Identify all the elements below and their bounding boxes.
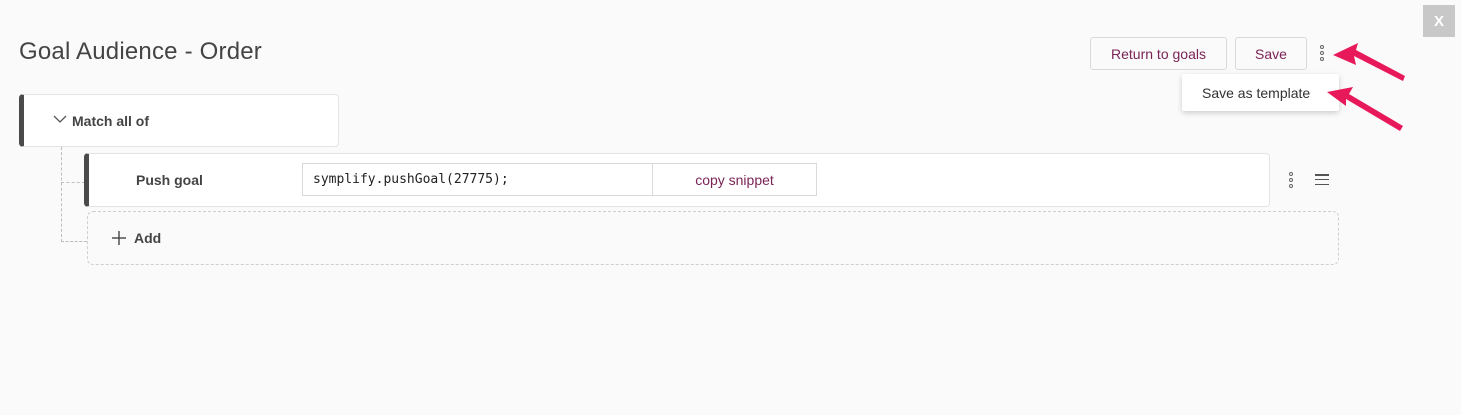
tree-connector [61,182,85,183]
page: X Goal Audience - Order Return to goals … [0,0,1461,415]
more-vertical-icon[interactable] [1285,172,1297,188]
match-label[interactable]: Match all of [72,113,149,129]
add-rule-button[interactable]: Add [87,211,1339,265]
page-title: Goal Audience - Order [19,38,262,65]
close-button[interactable]: X [1423,5,1455,37]
drag-handle-icon[interactable] [1315,174,1329,185]
plus-icon [112,231,126,245]
save-button[interactable]: Save [1235,37,1307,70]
add-label: Add [134,230,162,246]
more-vertical-icon[interactable] [1316,45,1328,61]
tree-connector [61,147,62,242]
menu-item-save-as-template[interactable]: Save as template [1202,85,1310,101]
annotation-arrow-icon [1333,43,1405,81]
copy-snippet-button[interactable]: copy snippet [652,163,817,196]
match-group: Match all of [19,94,339,147]
snippet-input[interactable] [302,163,653,196]
tree-connector [61,241,87,242]
return-to-goals-button[interactable]: Return to goals [1090,37,1227,70]
rule-label: Push goal [136,172,203,188]
chevron-down-icon[interactable] [52,111,68,127]
dropdown-menu: Save as template [1182,74,1339,111]
